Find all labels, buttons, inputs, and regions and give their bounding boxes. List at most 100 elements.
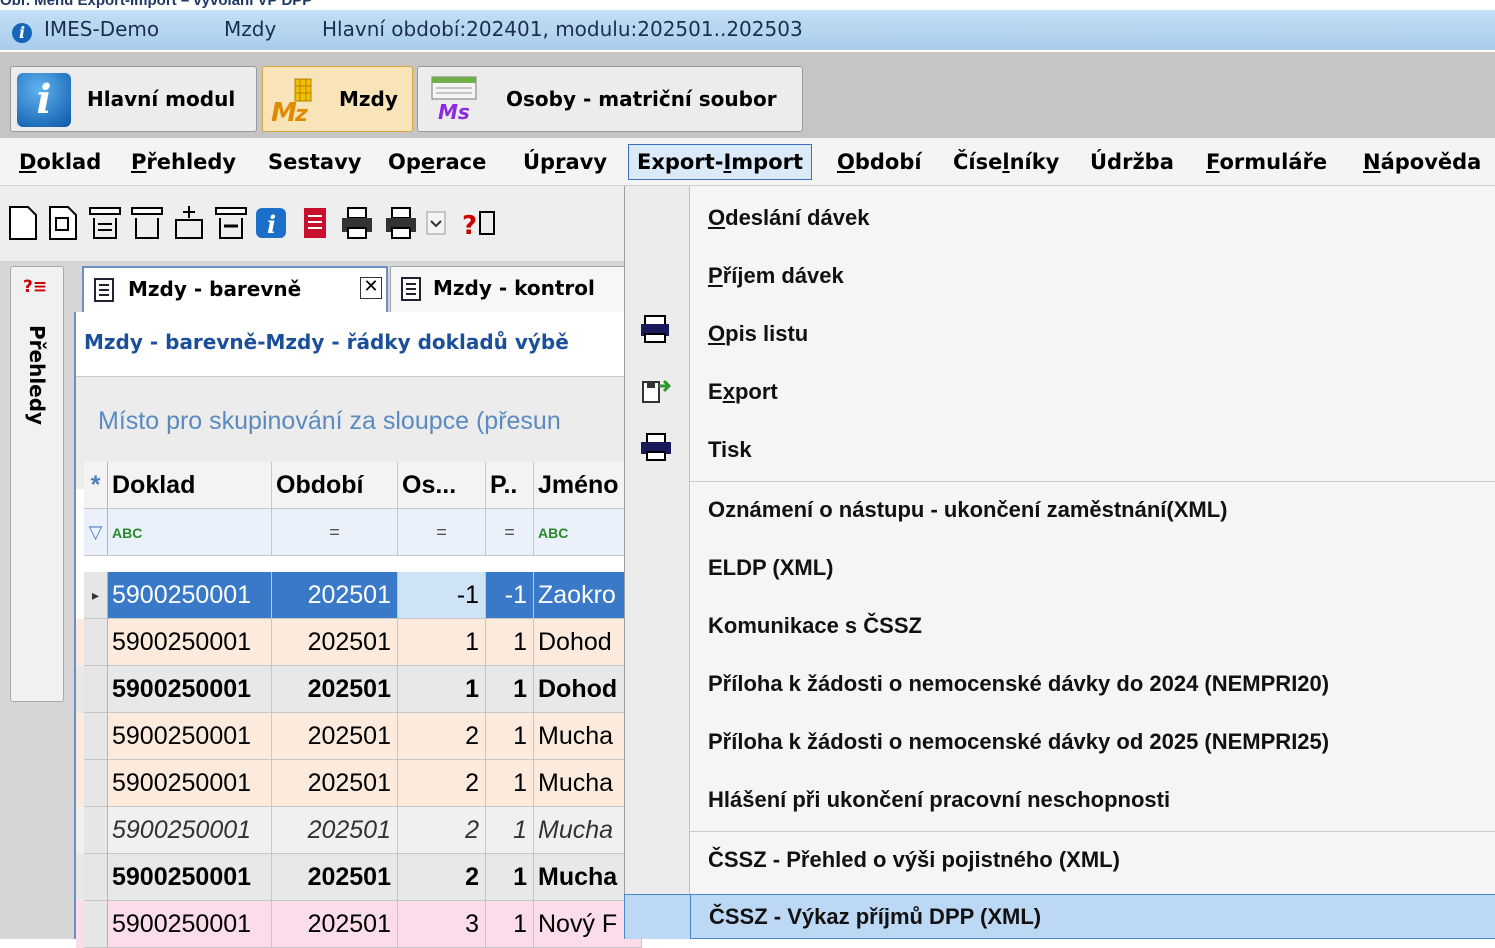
menu-text: mport xyxy=(731,150,804,174)
cell-obdobi[interactable]: 202501 xyxy=(272,619,398,666)
add-item-icon[interactable] xyxy=(170,204,208,242)
row-indicator-icon: ▸ xyxy=(84,572,108,619)
menu-export-import[interactable]: Export-Import xyxy=(628,144,813,180)
menu-formulare[interactable]: Formuláře xyxy=(1206,146,1327,178)
menu-upravy[interactable]: Úpravy xyxy=(523,146,607,178)
menu-item-export[interactable]: Export xyxy=(690,368,1495,416)
cell-os[interactable]: -1 xyxy=(398,572,486,619)
cell-doklad[interactable]: 5900250001 xyxy=(108,760,272,807)
side-tab-prehledy[interactable]: ?≡ Přehledy xyxy=(10,266,64,702)
col-header-obdobi[interactable]: Období xyxy=(272,462,398,509)
cell-doklad[interactable]: 5900250001 xyxy=(108,713,272,760)
module-tab-hlavni[interactable]: i Hlavní modul xyxy=(10,66,257,132)
menu-item-nempri20[interactable]: Příloha k žádosti o nemocenské dávky do … xyxy=(690,660,1495,708)
cell-p[interactable]: -1 xyxy=(486,572,534,619)
table-row[interactable]: 5900250001 202501 2 1 Mucha xyxy=(76,760,642,807)
append-row-icon[interactable] xyxy=(128,204,166,242)
cell-obdobi[interactable]: 202501 xyxy=(272,901,398,948)
cell-p[interactable]: 1 xyxy=(486,713,534,760)
menu-item-komunikace-cssz[interactable]: Komunikace s ČSSZ xyxy=(690,602,1495,650)
menu-item-eldp[interactable]: ELDP (XML) xyxy=(690,544,1495,592)
cell-obdobi[interactable]: 202501 xyxy=(272,760,398,807)
menu-operace[interactable]: Operace xyxy=(388,146,486,178)
cell-doklad[interactable]: 5900250001 xyxy=(108,572,272,619)
col-header-p[interactable]: P.. xyxy=(486,462,534,509)
menu-item-nempri25[interactable]: Příloha k žádosti o nemocenské dávky od … xyxy=(690,718,1495,766)
menu-item-hlaseni-neschopnosti[interactable]: Hlášení při ukončení pracovní neschopnos… xyxy=(690,776,1495,824)
cell-obdobi[interactable]: 202501 xyxy=(272,572,398,619)
cell-os[interactable]: 2 xyxy=(398,807,486,854)
cell-doklad[interactable]: 5900250001 xyxy=(108,901,272,948)
table-row[interactable]: 5900250001 202501 3 1 Nový F xyxy=(76,901,642,948)
menu-napoveda[interactable]: Nápověda xyxy=(1363,146,1481,178)
edit-record-icon[interactable] xyxy=(212,204,250,242)
document-list-icon[interactable] xyxy=(296,204,334,242)
cell-p[interactable]: 1 xyxy=(486,807,534,854)
filter-icon[interactable]: ▽ xyxy=(84,509,108,556)
new-document-icon[interactable] xyxy=(4,204,42,242)
cell-doklad[interactable]: 5900250001 xyxy=(108,666,272,713)
cell-doklad[interactable]: 5900250001 xyxy=(108,807,272,854)
cell-os[interactable]: 2 xyxy=(398,854,486,901)
menu-item-tisk[interactable]: Tisk xyxy=(690,426,1495,474)
cell-os[interactable]: 3 xyxy=(398,901,486,948)
cell-os[interactable]: 2 xyxy=(398,713,486,760)
cell-obdobi[interactable]: 202501 xyxy=(272,854,398,901)
side-tab-label: Přehledy xyxy=(25,325,49,426)
menu-bar: Doklad Přehledy Sestavy Operace Úpravy E… xyxy=(0,138,1495,186)
cell-obdobi[interactable]: 202501 xyxy=(272,666,398,713)
table-row[interactable]: 5900250001 202501 2 1 Mucha xyxy=(76,713,642,760)
close-icon[interactable]: ✕ xyxy=(360,277,382,299)
cell-doklad[interactable]: 5900250001 xyxy=(108,854,272,901)
table-row[interactable]: 5900250001 202501 1 1 Dohod xyxy=(76,666,642,713)
cell-obdobi[interactable]: 202501 xyxy=(272,713,398,760)
cell-p[interactable]: 1 xyxy=(486,619,534,666)
table-row[interactable]: ▸ 5900250001 202501 -1 -1 Zaokro xyxy=(76,572,642,619)
menu-item-opis-listu[interactable]: Opis listu xyxy=(690,310,1495,358)
mzdy-module-icon: M z xyxy=(271,78,312,125)
cell-p[interactable]: 1 xyxy=(486,666,534,713)
col-header-doklad[interactable]: Doklad xyxy=(108,462,272,509)
cell-obdobi[interactable]: 202501 xyxy=(272,807,398,854)
filter-os[interactable]: = xyxy=(398,509,486,556)
chevron-down-icon[interactable] xyxy=(426,204,446,242)
filter-obdobi[interactable]: = xyxy=(272,509,398,556)
menu-obdobi[interactable]: Období xyxy=(837,146,922,178)
filter-p[interactable]: = xyxy=(486,509,534,556)
print-icon[interactable] xyxy=(338,204,376,242)
select-all-icon[interactable]: * xyxy=(84,462,108,509)
cell-p[interactable]: 1 xyxy=(486,760,534,807)
cell-p[interactable]: 1 xyxy=(486,854,534,901)
menu-ciselniky[interactable]: Číselníky xyxy=(953,146,1059,178)
info-icon[interactable]: i xyxy=(252,204,290,242)
module-tab-osoby[interactable]: Ms Osoby - matriční soubor xyxy=(417,66,803,132)
menu-prehledy[interactable]: Přehledy xyxy=(131,146,236,178)
menu-highlight-gutter xyxy=(624,894,690,939)
doc-tab-mzdy-barevne[interactable]: Mzdy - barevně ✕ xyxy=(82,266,388,312)
menu-item-prijem-davek[interactable]: Příjem dávek xyxy=(690,252,1495,300)
filter-doklad[interactable]: ABC xyxy=(108,509,272,556)
menu-item-odeslani-davek[interactable]: Odeslání dávek xyxy=(690,194,1495,242)
menu-udrzba[interactable]: Údržba xyxy=(1090,146,1174,178)
insert-row-icon[interactable] xyxy=(86,204,124,242)
menu-item-prehled-pojistneho[interactable]: ČSSZ - Přehled o výši pojistného (XML) xyxy=(690,836,1495,884)
menu-accel: P xyxy=(131,150,147,174)
cell-os[interactable]: 1 xyxy=(398,666,486,713)
col-header-os[interactable]: Os... xyxy=(398,462,486,509)
menu-sestavy[interactable]: Sestavy xyxy=(268,146,361,178)
table-row[interactable]: 5900250001 202501 2 1 Mucha xyxy=(76,854,642,901)
menu-doklad[interactable]: Doklad xyxy=(19,146,101,178)
table-row[interactable]: 5900250001 202501 2 1 Mucha xyxy=(76,807,642,854)
print-preview-icon[interactable] xyxy=(382,204,420,242)
cell-os[interactable]: 1 xyxy=(398,619,486,666)
menu-item-vykaz-dpp[interactable]: ČSSZ - Výkaz příjmů DPP (XML) xyxy=(690,894,1495,939)
new-from-template-icon[interactable] xyxy=(44,204,82,242)
cell-p[interactable]: 1 xyxy=(486,901,534,948)
help-context-icon[interactable]: ? xyxy=(460,204,498,242)
doc-tab-mzdy-kontrol[interactable]: Mzdy - kontrol xyxy=(390,266,640,312)
table-row[interactable]: 5900250001 202501 1 1 Dohod xyxy=(76,619,642,666)
module-tab-mzdy[interactable]: M z Mzdy xyxy=(262,66,413,132)
cell-os[interactable]: 2 xyxy=(398,760,486,807)
cell-doklad[interactable]: 5900250001 xyxy=(108,619,272,666)
menu-item-oznameni-nastupu[interactable]: Oznámení o nástupu - ukončení zaměstnání… xyxy=(690,486,1495,534)
